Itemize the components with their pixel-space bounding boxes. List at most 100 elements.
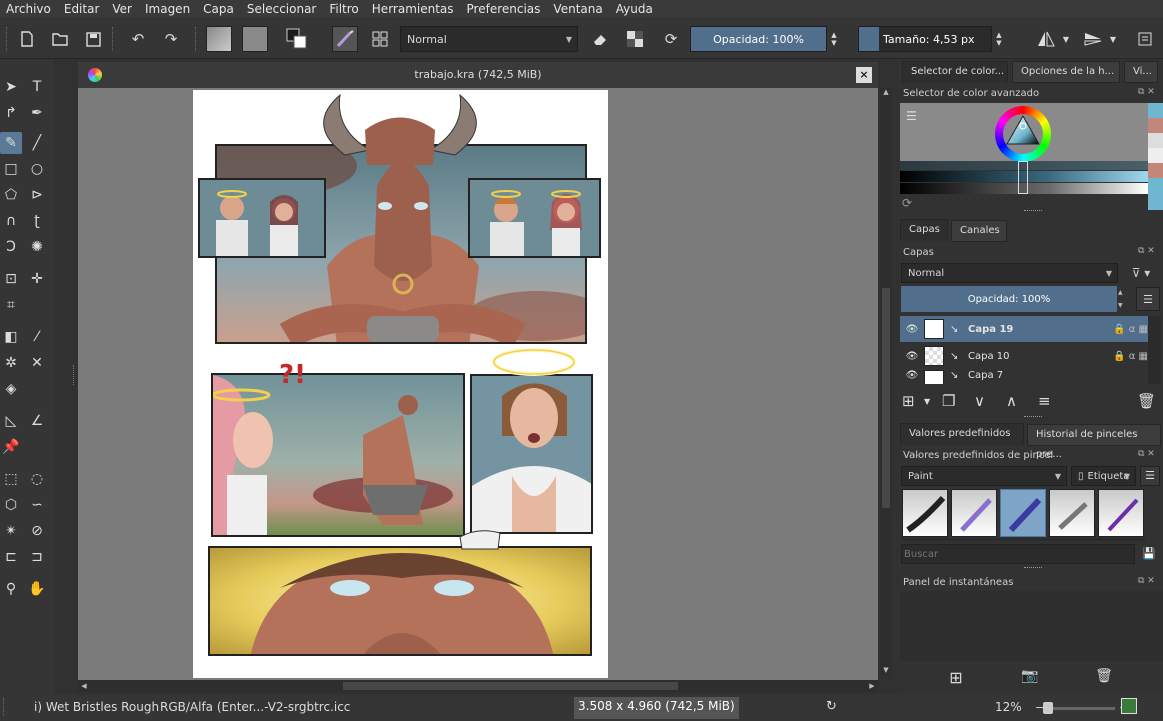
measure-tool-icon[interactable]: ∠ (26, 410, 48, 432)
presets-select[interactable]: Paint ▼ (901, 466, 1067, 486)
crop-tool-icon[interactable]: ⌗ (0, 294, 22, 316)
calligraphy-tool-icon[interactable]: ✒ (26, 102, 48, 124)
similar-select-tool-icon[interactable]: ⊘ (26, 520, 48, 542)
menu-herramientas[interactable]: Herramientas (372, 2, 454, 16)
layer-row-capa-7[interactable]: 👁 ↘ Capa 7 (900, 370, 1148, 384)
delete-snapshot-icon[interactable]: 🗑 (1093, 668, 1115, 690)
opacity-stepper[interactable]: ▲ ▼ (827, 26, 841, 52)
bezier-tool-icon[interactable]: ∩ (0, 210, 22, 232)
layer-lock-alpha-icons[interactable]: 🔒 α ▦ (1088, 351, 1148, 362)
chevron-down-icon[interactable]: ▼ (1060, 26, 1072, 52)
menu-ayuda[interactable]: Ayuda (616, 2, 653, 16)
transform-tool-icon[interactable]: ⊡ (0, 268, 22, 290)
polygon-tool-icon[interactable]: ⬠ (0, 184, 22, 206)
toolbox-splitter[interactable] (73, 365, 76, 385)
settings-list-icon[interactable]: ☰ (906, 109, 920, 123)
layer-name[interactable]: Capa 19 (968, 324, 1013, 335)
pan-tool-icon[interactable]: ✋ (26, 578, 48, 600)
gradient-swatch[interactable] (206, 26, 232, 52)
fill-tool-icon[interactable]: ◈ (0, 378, 22, 400)
brush-preset-ink[interactable] (902, 489, 948, 537)
save-icon[interactable]: 💾 (1139, 544, 1159, 564)
line-tool-icon[interactable]: ╱ (26, 132, 48, 154)
zoom-tool-icon[interactable]: ⚲ (0, 578, 22, 600)
zoom-slider[interactable] (1047, 707, 1115, 710)
multibrush-tool-icon[interactable]: ✺ (26, 236, 48, 258)
move-layer-down-icon[interactable]: ∨ (974, 392, 1006, 410)
rectangle-tool-icon[interactable]: □ (0, 158, 22, 180)
hue-ring[interactable] (995, 106, 1051, 162)
layer-properties-icon[interactable]: ≡ (1038, 392, 1070, 410)
reference-tool-icon[interactable]: 📌 (0, 436, 22, 458)
layer-name[interactable]: Capa 10 (968, 351, 1010, 362)
splitter-handle[interactable] (1024, 416, 1042, 420)
wraparound-icon[interactable] (1121, 698, 1137, 714)
float-close-icon[interactable]: ⧉ ✕ (1138, 87, 1160, 97)
eye-icon[interactable]: 👁 (900, 370, 924, 381)
blend-mode-select[interactable]: Normal ▼ (400, 26, 578, 52)
rotate-view-icon[interactable]: ↻ (826, 699, 837, 714)
layer-row-capa-19[interactable]: 👁 ↘ Capa 19 🔒 α ▦ (900, 316, 1148, 342)
close-icon[interactable]: × (856, 67, 872, 83)
tab-channels[interactable]: Canales (951, 220, 1007, 242)
magnetic-select-tool-icon[interactable]: ⊐ (26, 546, 48, 568)
tag-select[interactable]: ▯ Etiqueta ▼ (1071, 466, 1136, 486)
scroll-down-icon[interactable]: ▼ (880, 666, 892, 678)
delete-layer-icon[interactable]: 🗑 (1137, 392, 1156, 410)
rect-select-tool-icon[interactable]: ⬚ (0, 468, 22, 490)
text-tool-icon[interactable]: T (26, 76, 48, 98)
undo-icon[interactable]: ↶ (125, 26, 151, 52)
redo-icon[interactable]: ↷ (158, 26, 184, 52)
splitter-handle[interactable] (1024, 567, 1042, 571)
camera-icon[interactable]: 📷 (1019, 668, 1041, 690)
layer-name[interactable]: Capa 7 (968, 370, 1003, 381)
vertical-scroll-thumb[interactable] (882, 288, 890, 508)
splitter-handle[interactable] (1024, 210, 1042, 214)
colorize-mask-tool-icon[interactable]: ✲ (0, 352, 22, 374)
menu-ver[interactable]: Ver (112, 2, 132, 16)
tab-brush-presets[interactable]: Valores predefinidos ... (900, 423, 1024, 459)
document-tab[interactable]: trabajo.kra (742,5 MiB) × (78, 62, 878, 88)
mirror-horizontal-icon[interactable] (1033, 26, 1059, 52)
polyline-tool-icon[interactable]: ⊳ (26, 184, 48, 206)
save-icon[interactable] (80, 26, 106, 52)
menu-filtro[interactable]: Filtro (329, 2, 358, 16)
select-shape-tool-icon[interactable]: ➤ (0, 76, 22, 98)
dynamic-brush-tool-icon[interactable]: Ↄ (0, 236, 22, 258)
freehand-select-tool-icon[interactable]: ∽ (26, 494, 48, 516)
layer-lock-alpha-icons[interactable]: 🔒 α ▦ (1088, 324, 1148, 335)
chevron-down-icon[interactable]: ▼ (1107, 26, 1119, 52)
add-layer-icon[interactable]: ⊞ (902, 392, 924, 410)
duplicate-layer-icon[interactable]: ❐ (942, 392, 974, 410)
move-layer-up-icon[interactable]: ∧ (1006, 392, 1038, 410)
chevron-down-icon[interactable]: ▼ (924, 397, 942, 406)
filter-icon[interactable]: ⊽ ▾ (1122, 263, 1160, 283)
tab-color-selector[interactable]: Selector de color... (902, 61, 1008, 83)
reload-icon[interactable]: ⟳ (658, 26, 684, 52)
workspace-icon[interactable] (367, 26, 393, 52)
menu-archivo[interactable]: Archivo (6, 2, 51, 16)
layer-row-capa-10[interactable]: 👁 ↘ Capa 10 🔒 α ▦ (900, 343, 1148, 369)
color-slider-handle[interactable] (1018, 161, 1028, 194)
assistant-tool-icon[interactable]: ◺ (0, 410, 22, 432)
ellipse-select-tool-icon[interactable]: ◌ (26, 468, 48, 490)
menu-capa[interactable]: Capa (203, 2, 234, 16)
mirror-vertical-icon[interactable] (1080, 26, 1106, 52)
search-input[interactable] (904, 545, 1134, 563)
new-document-icon[interactable] (14, 26, 40, 52)
refresh-icon[interactable]: ⟳ (902, 196, 916, 210)
brush-preset-wet-purple[interactable] (951, 489, 997, 537)
docker-menu-icon[interactable] (1132, 26, 1158, 52)
scroll-left-icon[interactable]: ◀ (78, 680, 90, 692)
size-slider[interactable]: Tamaño: 4,53 px (858, 26, 992, 52)
scroll-up-icon[interactable]: ▲ (880, 88, 892, 100)
brush-preset-icon[interactable] (332, 26, 358, 52)
bezier-select-tool-icon[interactable]: ⊏ (0, 546, 22, 568)
brush-preset-wet-bristles[interactable] (1000, 489, 1046, 537)
float-close-icon[interactable]: ⧉ ✕ (1138, 449, 1160, 459)
layer-options-icon[interactable]: ☰ (1136, 287, 1160, 311)
tab-layers[interactable]: Capas (900, 219, 948, 241)
presets-view-icon[interactable]: ☰ (1140, 466, 1160, 486)
color-picker-tool-icon[interactable]: ⁄ (26, 326, 48, 348)
menu-editar[interactable]: Editar (64, 2, 100, 16)
